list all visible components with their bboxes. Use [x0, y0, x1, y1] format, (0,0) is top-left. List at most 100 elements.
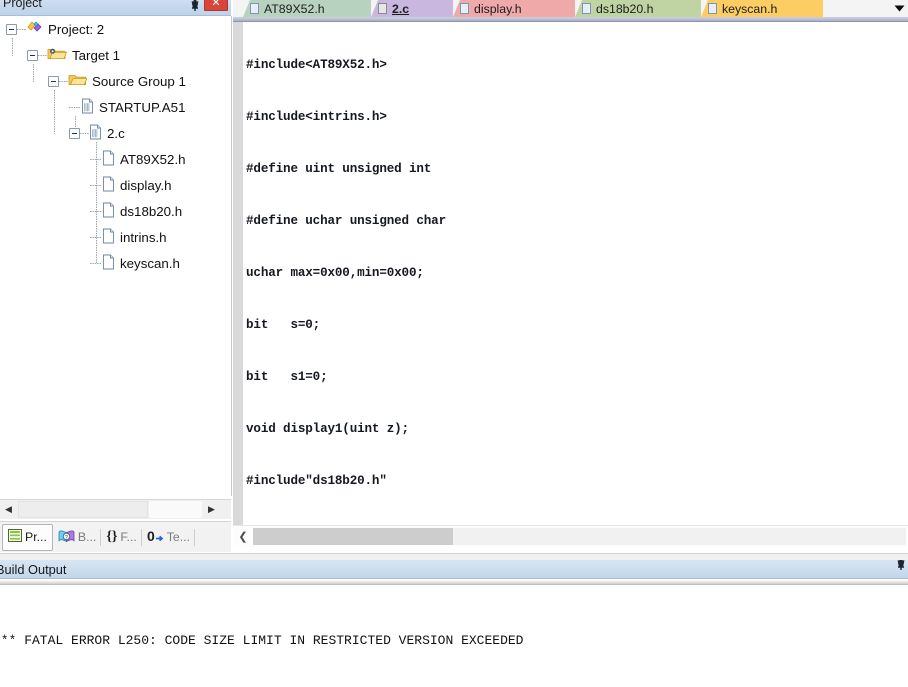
code-line: bit s1=0; — [246, 369, 328, 384]
target-folder-icon — [47, 46, 67, 64]
tree-dash — [90, 184, 101, 186]
editor-tab-keyscan-h[interactable]: keyscan.h — [701, 0, 823, 17]
tree-item-label: STARTUP.A51 — [99, 99, 186, 115]
code-line: #include<AT89X52.h> — [246, 57, 387, 72]
tree-item-label: AT89X52.h — [120, 151, 186, 167]
editor-tab-ds18b20-h[interactable]: ds18b20.h — [575, 0, 701, 17]
file-icon — [460, 3, 469, 14]
tree-dash — [90, 236, 101, 238]
code-line: #include<intrins.h> — [246, 109, 387, 124]
tree-item-label: ds18b20.h — [120, 203, 183, 219]
expander-toggle[interactable] — [27, 49, 38, 61]
expander-toggle[interactable] — [48, 75, 59, 87]
code-line: #define uint unsigned int — [246, 161, 432, 176]
tree-dash — [80, 132, 89, 134]
tree-dash — [17, 28, 26, 30]
editor-gutter — [233, 22, 243, 529]
build-output-line: *** FATAL ERROR L250: CODE SIZE LIMIT IN… — [0, 632, 524, 648]
scrollbar-thumb[interactable] — [253, 528, 453, 545]
file-icon — [378, 3, 387, 14]
file-icon — [582, 3, 591, 14]
close-button[interactable]: ✕ — [204, 0, 228, 11]
expander-toggle[interactable] — [69, 127, 80, 139]
build-output-titlebar: Build Output — [0, 560, 908, 579]
scrollbar-track[interactable] — [149, 501, 202, 518]
chevron-down-icon[interactable] — [892, 2, 906, 15]
code-text: #include<AT89X52.h> #include<intrins.h> … — [246, 22, 490, 529]
tree-item-startup-a51[interactable]: STARTUP.A51 — [0, 94, 231, 120]
tree-item-display-h[interactable]: display.h — [0, 172, 231, 198]
code-line: void display1(uint z); — [246, 421, 409, 436]
editor-tab-2c[interactable]: 2.c — [371, 0, 453, 17]
scroll-left-arrow-icon[interactable]: ❮ — [235, 527, 251, 546]
tab-project[interactable]: Pr... — [2, 523, 53, 551]
tree-item-label: Target 1 — [72, 47, 121, 63]
build-output-body[interactable]: *** FATAL ERROR L250: CODE SIZE LIMIT IN… — [0, 585, 908, 687]
header-file-icon — [102, 254, 115, 273]
editor-tab-display-h[interactable]: display.h — [453, 0, 575, 17]
tree-dash — [38, 54, 47, 56]
tree-item-label: intrins.h — [120, 229, 167, 245]
tree-item-at89x52-h[interactable]: AT89X52.h — [0, 146, 231, 172]
tab-label: display.h — [474, 1, 522, 16]
pin-icon[interactable] — [189, 0, 201, 12]
tree-item-project[interactable]: Project: 2 — [0, 16, 231, 42]
scroll-left-arrow-icon[interactable]: ◀ — [0, 500, 17, 519]
code-line: bit s=0; — [246, 317, 321, 332]
scroll-right-arrow-icon[interactable]: ▶ — [203, 500, 220, 519]
tab-label: Pr... — [25, 530, 47, 544]
svg-text:0: 0 — [147, 529, 155, 543]
tree-item-source-group[interactable]: Source Group 1 — [0, 68, 231, 94]
tree-dash — [90, 158, 101, 160]
code-editor[interactable]: #include<AT89X52.h> #include<intrins.h> … — [233, 22, 908, 529]
tree-item-target[interactable]: Target 1 — [0, 42, 231, 68]
tree-item-label: keyscan.h — [120, 255, 180, 271]
templates-tab-icon: 0 — [147, 528, 164, 546]
tree-item-keyscan-h[interactable]: keyscan.h — [0, 250, 231, 276]
pin-icon[interactable] — [895, 560, 906, 571]
tab-label: AT89X52.h — [264, 1, 325, 16]
books-tab-icon: ? — [58, 529, 75, 546]
tree-item-label: display.h — [120, 177, 172, 193]
code-line: #define uchar unsigned char — [246, 213, 447, 228]
tab-templates[interactable]: 0 Te... — [142, 525, 196, 550]
code-line: #include"ds18b20.h" — [246, 473, 387, 488]
file-icon — [708, 3, 717, 14]
scrollbar-thumb[interactable] — [18, 501, 148, 518]
editor-tab-at89x52-h[interactable]: AT89X52.h — [243, 0, 371, 17]
tab-label: B... — [77, 530, 97, 544]
editor-pane: AT89X52.h 2.c display.h ds18b20.h keysca… — [233, 0, 908, 553]
expander-toggle[interactable] — [6, 23, 17, 35]
header-file-icon — [102, 228, 115, 247]
project-pane: Project ✕ Project: 2 Target 1 Source Gro… — [0, 0, 232, 553]
keil-uvision-window: Project ✕ Project: 2 Target 1 Source Gro… — [0, 0, 908, 687]
folder-icon — [68, 72, 88, 90]
braces-tab-icon: {} — [106, 529, 118, 544]
build-output-title: Build Output — [0, 562, 67, 577]
tree-item-2c[interactable]: 2.c — [0, 120, 231, 146]
tree-dash — [90, 262, 101, 264]
tree-dash — [69, 106, 80, 108]
tab-label: keyscan.h — [722, 1, 778, 16]
tab-label: 2.c — [392, 1, 410, 16]
project-pane-title: Project — [3, 0, 42, 10]
code-line: uchar max=0x00,min=0x00; — [246, 265, 424, 280]
tab-label: Te... — [166, 530, 191, 544]
tree-item-intrins-h[interactable]: intrins.h — [0, 224, 231, 250]
project-tab-icon — [8, 529, 22, 545]
project-tree-hscrollbar[interactable]: ◀ ▶ — [0, 499, 231, 519]
header-file-icon — [102, 202, 115, 221]
editor-hscrollbar[interactable]: ❮ — [233, 525, 908, 547]
scrollbar-track[interactable] — [453, 528, 906, 545]
project-tree[interactable]: Project: 2 Target 1 Source Group 1 START… — [0, 16, 232, 496]
project-pane-titlebar: Project ✕ — [0, 0, 231, 16]
tab-label: F... — [120, 530, 137, 544]
tab-books[interactable]: ? B... — [53, 525, 102, 550]
tree-dash — [90, 210, 101, 212]
tree-item-ds18b20-h[interactable]: ds18b20.h — [0, 198, 231, 224]
tab-functions[interactable]: {} F... — [101, 525, 142, 550]
c-file-icon — [89, 124, 102, 143]
svg-text:?: ? — [65, 535, 68, 541]
editor-tabbar: AT89X52.h 2.c display.h ds18b20.h keysca… — [233, 0, 908, 17]
close-icon: ✕ — [211, 0, 221, 9]
